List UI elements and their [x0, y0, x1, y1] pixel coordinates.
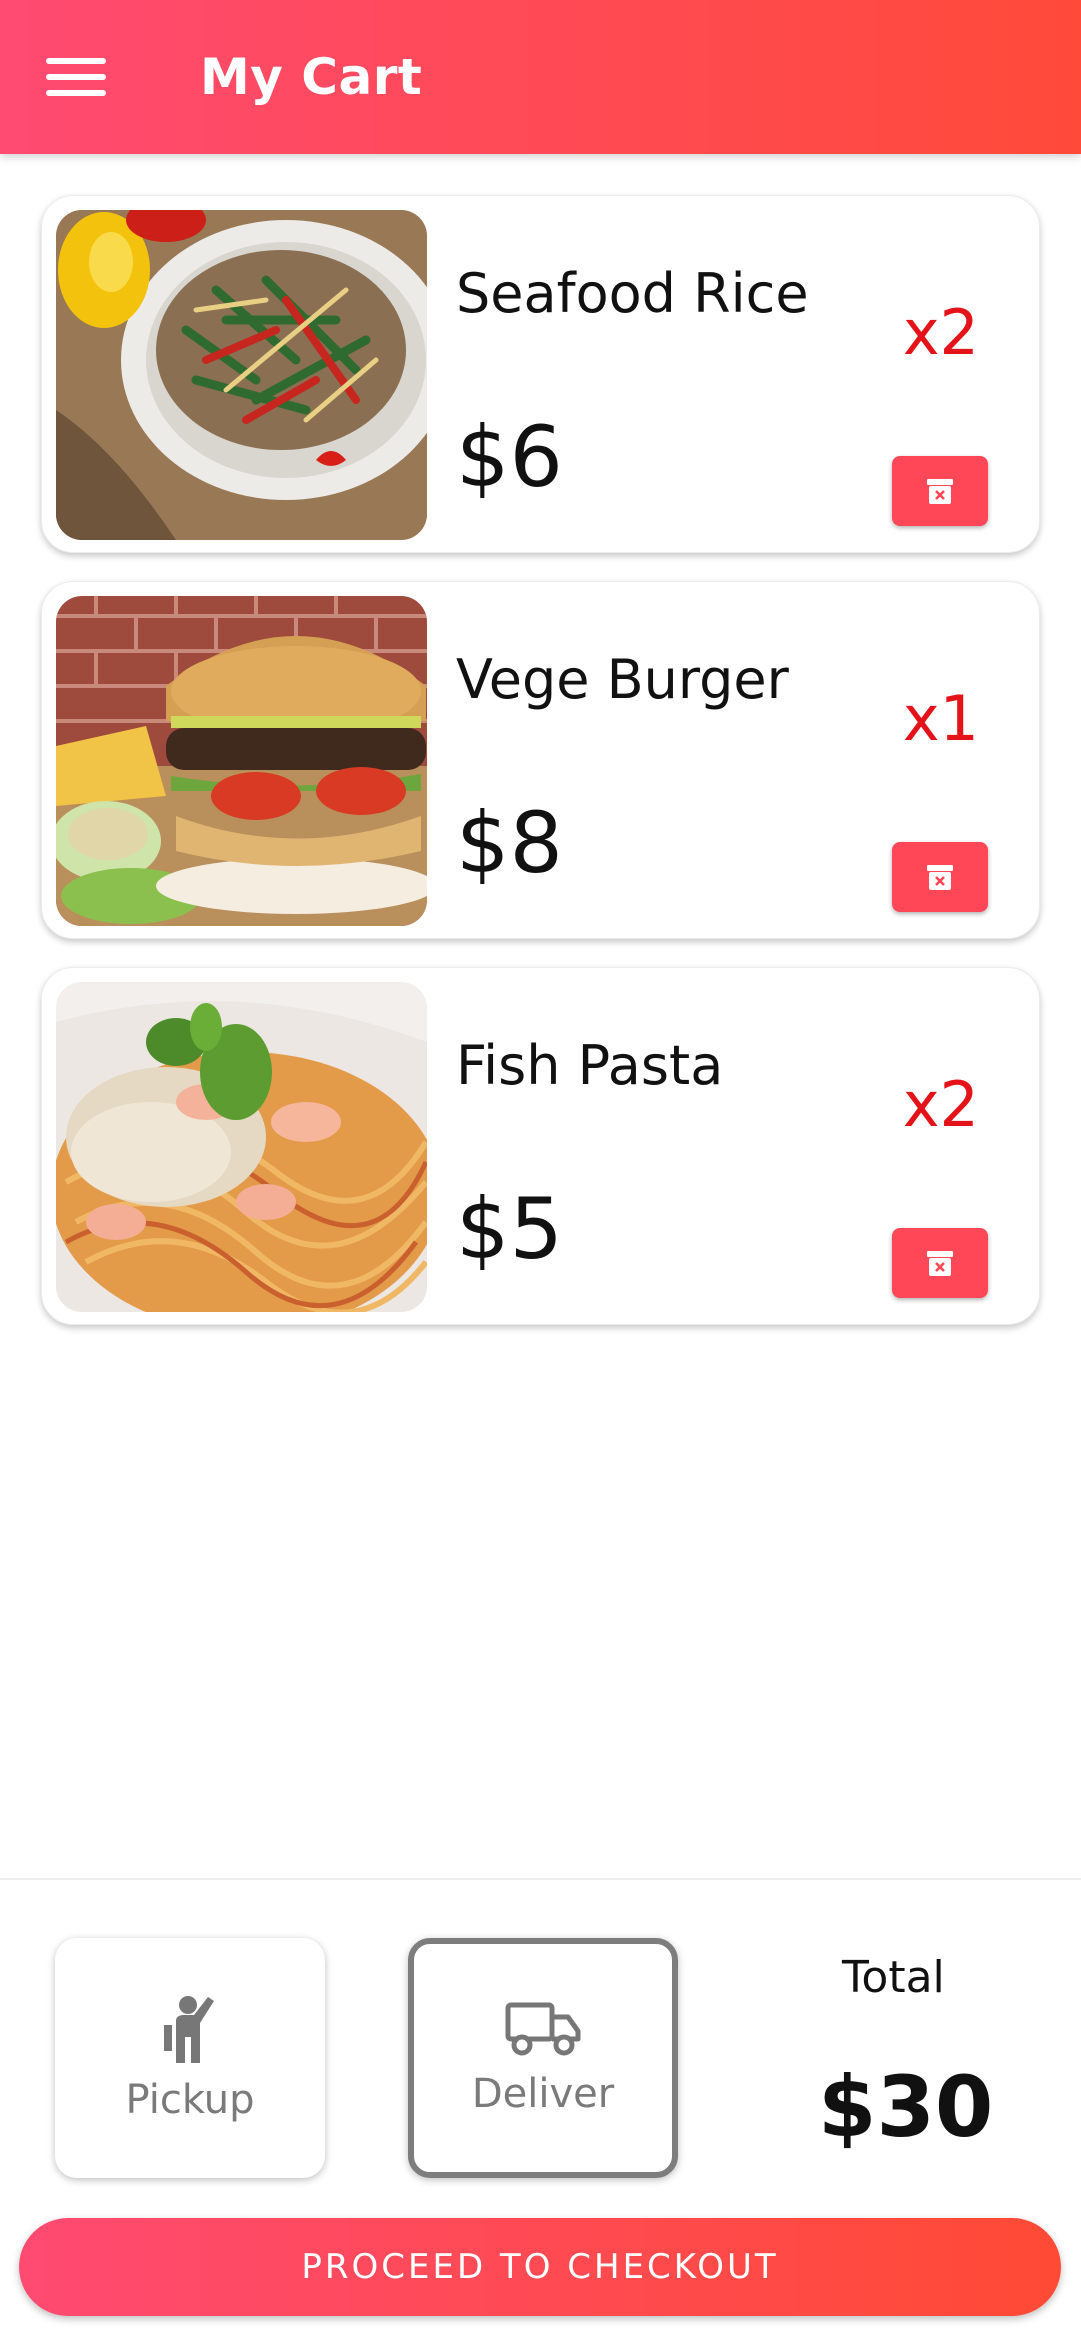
item-price: $8: [456, 794, 563, 892]
seafood-rice-photo: [56, 210, 427, 540]
item-name: Seafood Rice: [456, 262, 809, 325]
cart-list: Seafood Rice $6 x2 Vege Burger $8 x1 Fis…: [41, 195, 1040, 1353]
cart-item: Vege Burger $8 x1: [41, 581, 1040, 939]
item-quantity: x1: [902, 682, 979, 755]
app-bar: My Cart: [0, 0, 1081, 154]
delete-item-button[interactable]: [892, 456, 988, 526]
cart-item: Fish Pasta $5 x2: [41, 967, 1040, 1325]
menu-icon[interactable]: [46, 56, 108, 100]
checkout-button[interactable]: PROCEED TO CHECKOUT: [19, 2218, 1061, 2316]
checkout-label: PROCEED TO CHECKOUT: [301, 2247, 779, 2287]
fish-pasta-photo: [56, 982, 427, 1312]
vege-burger-photo: [56, 596, 427, 926]
item-quantity: x2: [902, 296, 979, 369]
bottom-divider: [0, 1878, 1081, 1880]
deliver-label: Deliver: [471, 2071, 615, 2117]
trash-icon: [927, 865, 953, 890]
item-price: $5: [456, 1180, 563, 1278]
item-quantity: x2: [902, 1068, 979, 1141]
delete-item-button[interactable]: [892, 842, 988, 912]
pickup-label: Pickup: [125, 2077, 255, 2123]
truck-icon: [505, 2002, 581, 2056]
cart-item: Seafood Rice $6 x2: [41, 195, 1040, 553]
person-waving-icon: [164, 1996, 214, 2063]
item-name: Fish Pasta: [456, 1034, 724, 1097]
total-value: $30: [818, 2058, 994, 2156]
deliver-option[interactable]: Deliver: [408, 1938, 678, 2178]
trash-icon: [927, 1251, 953, 1276]
total-label: Total: [842, 1952, 945, 2003]
item-price: $6: [456, 408, 563, 506]
pickup-option[interactable]: Pickup: [55, 1938, 325, 2178]
item-name: Vege Burger: [456, 648, 789, 711]
page-title: My Cart: [200, 48, 423, 106]
delete-item-button[interactable]: [892, 1228, 988, 1298]
trash-icon: [927, 479, 953, 504]
